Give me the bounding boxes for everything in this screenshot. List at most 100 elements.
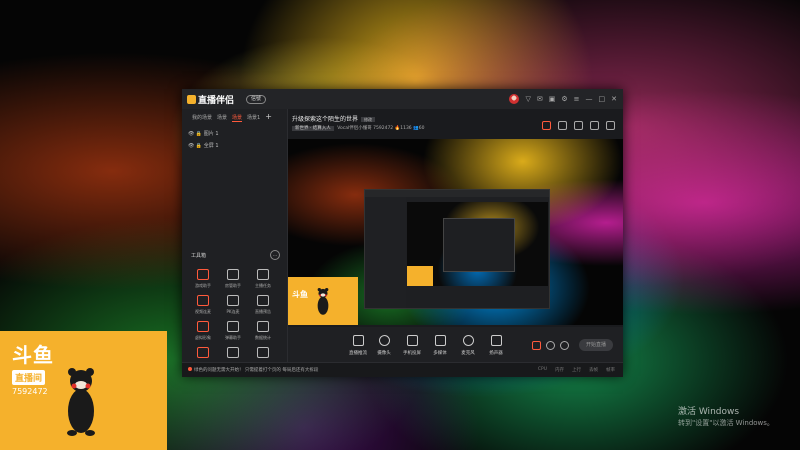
monitor-icon xyxy=(352,335,364,346)
bell-icon[interactable] xyxy=(590,121,599,130)
preview-overlay-brand: 斗鱼 xyxy=(292,290,308,299)
menu-icon[interactable]: ≡ xyxy=(574,95,580,103)
status-message: 绿色的问题无需大开始！ 只需提着打个页的 每局后还有大拆段 xyxy=(188,367,318,373)
stat-fps: 帧率 xyxy=(606,368,615,373)
phone-icon xyxy=(406,335,418,346)
tool-pk[interactable]: PK连麦 xyxy=(218,295,248,315)
record-icon[interactable] xyxy=(532,341,541,350)
signal-badge[interactable]: 信號 xyxy=(246,95,267,104)
tool-icon xyxy=(197,347,209,358)
media-icon xyxy=(434,335,446,346)
nested-inner-window xyxy=(443,218,515,272)
streamer-info: Vocal伴侣小懂哥 7592472 xyxy=(337,126,394,131)
overlay-tag: 直播间 xyxy=(12,370,46,385)
shirt-icon[interactable]: ▽ xyxy=(525,95,530,103)
follower-count: 60 xyxy=(418,126,425,131)
chat-icon xyxy=(227,321,239,332)
user-icon xyxy=(227,269,239,280)
nested-window-capture xyxy=(364,189,550,309)
watermark-title: 激活 Windows xyxy=(678,407,740,417)
phone-cast-button[interactable]: 手机投屏 xyxy=(398,335,426,356)
tool-video-link[interactable]: 视频连麦 xyxy=(188,295,218,315)
tool-stats[interactable]: 数据统计 xyxy=(248,321,278,341)
stat-dropped: 丢帧 xyxy=(589,368,598,373)
tool-game-helper[interactable]: 游戏助手 xyxy=(188,269,218,289)
notice-icon[interactable] xyxy=(542,121,551,130)
toolbox-more-icon[interactable]: … xyxy=(270,250,280,260)
category-pill[interactable]: 新世界 · 结算入人 xyxy=(292,126,334,131)
tool-icon xyxy=(227,347,239,358)
tool-tasks[interactable]: 主播任务 xyxy=(248,269,278,289)
douyu-logo: 斗鱼 直播间 7592472 xyxy=(12,346,56,396)
tool-more-1[interactable] xyxy=(188,347,218,361)
gift-icon[interactable]: ▣ xyxy=(549,95,556,103)
nested-sidebar xyxy=(365,197,406,308)
nested-titlebar xyxy=(365,190,549,197)
camera-icon xyxy=(378,335,390,346)
calendar-icon xyxy=(257,295,269,306)
camera-button[interactable]: 摄像头 xyxy=(370,335,398,356)
title-bar: 直播伴侣 信號 ▽ ✉ ▣ ⚙ ≡ — □ ✕ xyxy=(182,89,623,109)
status-bar: 绿色的问题无需大开始！ 只需提着打个页的 每局后还有大拆段 CPU 内存 上行 … xyxy=(182,362,623,377)
settings-gear-icon[interactable] xyxy=(560,341,569,350)
mail-icon[interactable]: ✉ xyxy=(537,95,543,103)
chart-icon xyxy=(257,321,269,332)
task-icon xyxy=(257,269,269,280)
user-avatar[interactable] xyxy=(509,94,520,104)
tool-avatar[interactable]: 虚拟形象 xyxy=(188,321,218,341)
tool-room-manager[interactable]: 房管助手 xyxy=(218,269,248,289)
streamer-overlay: 斗鱼 直播间 7592472 xyxy=(0,331,167,450)
video-icon xyxy=(197,295,209,306)
pk-icon xyxy=(227,295,239,306)
room-meta: 新世界 · 结算入人 Vocal伴侣小懂哥 7592472 🔥1136 👥60 xyxy=(292,125,424,131)
tool-more-2[interactable] xyxy=(218,347,248,361)
popularity-count: 1136 xyxy=(400,126,412,131)
stat-upload: 上行 xyxy=(572,368,581,373)
main-panel: 升级探索这个陌生的世界 修改 新世界 · 结算入人 Vocal伴侣小懂哥 7592… xyxy=(288,109,623,376)
room-title: 升级探索这个陌生的世界 修改 xyxy=(292,114,376,123)
avatar-icon xyxy=(197,321,209,332)
watermark-subtitle: 转到"设置"以激活 Windows。 xyxy=(678,419,774,427)
lock-icon[interactable] xyxy=(558,121,567,130)
minimize-icon[interactable]: — xyxy=(586,95,593,103)
tab-scene-1[interactable]: 场景1 xyxy=(247,114,260,122)
start-live-button[interactable]: 开始直播 xyxy=(579,339,613,351)
stat-memory: 内存 xyxy=(555,368,564,373)
tab-scene-b[interactable]: 场景 xyxy=(232,114,243,122)
stream-push-button[interactable]: 直播推流 xyxy=(344,335,372,356)
stat-cpu: CPU xyxy=(537,367,547,372)
perf-stats: CPU 内存 上行 丢帧 帧率 xyxy=(538,367,615,373)
eye-icon[interactable] xyxy=(546,341,555,350)
room-actions xyxy=(542,121,615,130)
source-item[interactable]: 👁 🔒 全屏 1 xyxy=(188,142,219,149)
shield-icon xyxy=(187,95,196,104)
more-icon[interactable] xyxy=(606,121,615,130)
windows-activation-watermark: 激活 Windows 转到"设置"以激活 Windows。 xyxy=(678,407,774,429)
microphone-button[interactable]: 麦克风 xyxy=(454,335,482,356)
add-scene-icon[interactable]: + xyxy=(265,113,272,122)
tool-more-3[interactable] xyxy=(248,347,278,361)
tab-my-scenes[interactable]: 我的场景 xyxy=(192,114,212,122)
tool-danmaku[interactable]: 弹幕助手 xyxy=(218,321,248,341)
nested-overlay xyxy=(407,266,433,286)
alert-dot-icon xyxy=(188,367,192,371)
source-item[interactable]: 👁 🔒 图片 1 xyxy=(188,130,219,137)
edit-title-button[interactable]: 修改 xyxy=(361,117,376,122)
preview-overlay: 斗鱼 xyxy=(288,277,358,325)
speaker-button[interactable]: 扬声器 xyxy=(482,335,510,356)
toolbox-title: 工具箱 xyxy=(191,253,207,259)
media-button[interactable]: 多媒体 xyxy=(426,335,454,356)
scene-sidebar: 我的场景 场景 场景 场景1 + 👁 🔒 图片 1 👁 🔒 全屏 1 工具箱 …… xyxy=(182,109,288,376)
tool-icon xyxy=(257,347,269,358)
window-controls: ▽ ✉ ▣ ⚙ ≡ — □ ✕ xyxy=(509,94,617,104)
stream-preview[interactable]: 斗鱼 xyxy=(288,139,623,325)
settings-icon[interactable]: ⚙ xyxy=(561,95,567,103)
share-icon[interactable] xyxy=(574,121,583,130)
app-logo: 直播伴侣 xyxy=(187,93,234,106)
tab-scene-a[interactable]: 场景 xyxy=(217,114,227,122)
mic-icon xyxy=(462,335,474,346)
maximize-icon[interactable]: □ xyxy=(599,95,606,103)
close-icon[interactable]: ✕ xyxy=(611,95,617,103)
tool-preview[interactable]: 直播预告 xyxy=(248,295,278,315)
live-assistant-window: 直播伴侣 信號 ▽ ✉ ▣ ⚙ ≡ — □ ✕ 我的场景 场景 场景 场景1 +… xyxy=(182,89,623,377)
